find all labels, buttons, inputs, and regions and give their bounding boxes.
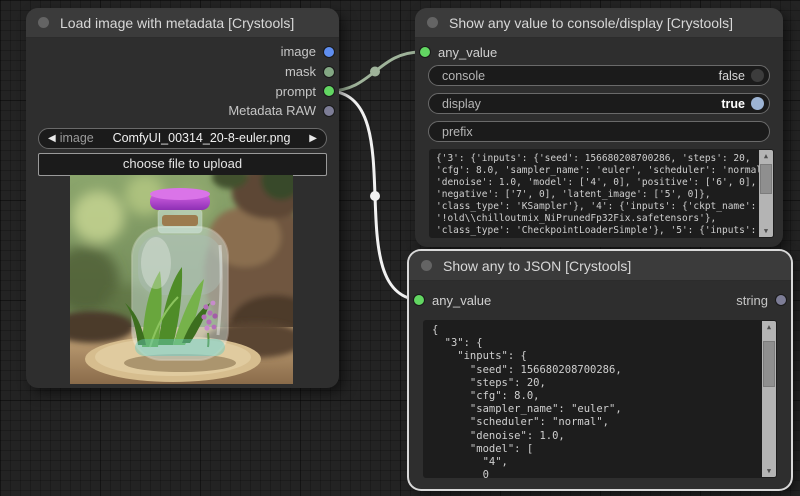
output-label: prompt [276, 84, 316, 99]
console-toggle[interactable]: console false [428, 65, 770, 86]
node-load-image-with-metadata[interactable]: Load image with metadata [Crystools] ima… [26, 8, 339, 388]
collapse-dot-icon[interactable] [427, 17, 438, 28]
toggle-knob-icon[interactable] [751, 97, 764, 110]
collapse-dot-icon[interactable] [38, 17, 49, 28]
combo-next-icon[interactable]: ▶ [309, 128, 317, 149]
node-show-any-to-json[interactable]: Show any to JSON [Crystools] any_value s… [409, 251, 791, 489]
wire-midpoint-dot[interactable] [370, 191, 380, 201]
value-text: {'3': {'inputs': {'seed': 15668020870028… [429, 149, 774, 238]
output-label: mask [285, 64, 316, 79]
output-dot-image[interactable] [324, 47, 334, 57]
combo-value[interactable]: ComfyUI_00314_20-8-euler.png [94, 131, 310, 145]
value-text-area[interactable]: {'3': {'inputs': {'seed': 15668020870028… [429, 149, 774, 238]
toggle-knob-icon[interactable] [751, 69, 764, 82]
output-label: image [281, 44, 316, 59]
scroll-thumb[interactable] [760, 164, 772, 194]
json-text-area[interactable]: { "3": { "inputs": { "seed": 15668020870… [423, 320, 777, 478]
input-label: any_value [438, 45, 497, 60]
input-label: any_value [432, 293, 491, 308]
scroll-down-icon[interactable]: ▼ [759, 225, 773, 237]
node-header[interactable]: Load image with metadata [Crystools] [26, 8, 339, 38]
output-dot-prompt[interactable] [324, 86, 334, 96]
scroll-up-icon[interactable]: ▲ [759, 150, 773, 162]
node-title: Show any value to console/display [Cryst… [449, 15, 733, 31]
display-toggle[interactable]: display true [428, 93, 770, 114]
collapse-dot-icon[interactable] [421, 260, 432, 271]
choose-file-button[interactable]: choose file to upload [38, 153, 327, 176]
output-label: string [736, 293, 768, 308]
slot-row: any_value string [409, 281, 791, 310]
node-header[interactable]: Show any value to console/display [Cryst… [415, 8, 783, 38]
output-slot-image: image [26, 42, 339, 62]
widget-value: true [721, 97, 745, 111]
scroll-down-icon[interactable]: ▼ [762, 465, 776, 477]
image-preview [70, 175, 293, 384]
image-file-combo[interactable]: ◀ image ComfyUI_00314_20-8-euler.png ▶ [38, 128, 327, 149]
input-dot-any-value[interactable] [420, 47, 430, 57]
prefix-input[interactable]: prefix [428, 121, 770, 142]
wire-midpoint-dot[interactable] [370, 67, 380, 77]
node-show-any-value[interactable]: Show any value to console/display [Cryst… [415, 8, 783, 247]
input-slot-any-value: any_value [415, 38, 783, 62]
node-title: Load image with metadata [Crystools] [60, 15, 294, 31]
output-slot-mask: mask [26, 62, 339, 82]
output-dot-metadata-raw[interactable] [324, 106, 334, 116]
widget-label: prefix [442, 125, 758, 139]
scroll-up-icon[interactable]: ▲ [762, 321, 776, 333]
node-header[interactable]: Show any to JSON [Crystools] [409, 251, 791, 281]
output-slots: image mask prompt Metadata RAW [26, 38, 339, 121]
scrollbar[interactable]: ▲ ▼ [762, 321, 776, 477]
scroll-thumb[interactable] [763, 341, 775, 387]
combo-prev-icon[interactable]: ◀ [48, 128, 56, 149]
widget-label: display [442, 97, 721, 111]
output-dot-mask[interactable] [324, 67, 334, 77]
output-slot-metadata-raw: Metadata RAW [26, 101, 339, 121]
input-dot-any-value[interactable] [414, 295, 424, 305]
output-label: Metadata RAW [228, 103, 316, 118]
json-text: { "3": { "inputs": { "seed": 15668020870… [423, 320, 777, 478]
scrollbar[interactable]: ▲ ▼ [759, 150, 773, 237]
node-title: Show any to JSON [Crystools] [443, 258, 631, 274]
widget-label: console [442, 69, 719, 83]
combo-label: image [60, 131, 94, 145]
output-dot-string[interactable] [776, 295, 786, 305]
widget-value: false [719, 69, 745, 83]
output-slot-prompt: prompt [26, 81, 339, 101]
